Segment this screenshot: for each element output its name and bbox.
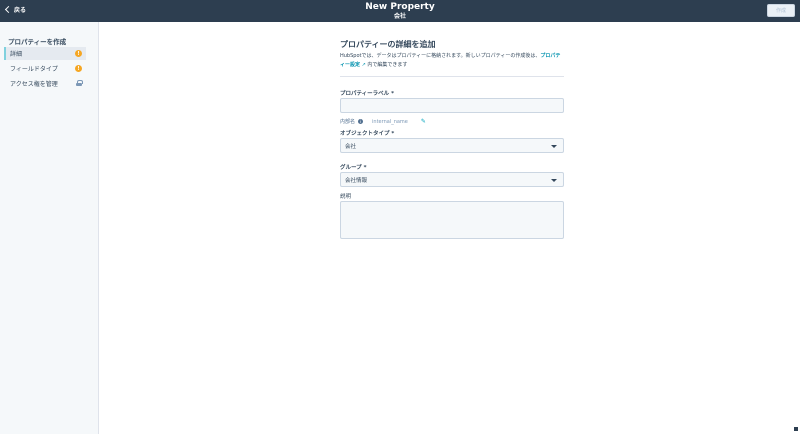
create-button[interactable]: 作成 (767, 4, 795, 17)
desc-text: HubSpotでは、データはプロパティーに格納されます。新しいプロパティーの作成… (340, 53, 541, 59)
warning-badge-icon: ! (75, 65, 82, 72)
object-type-value: 会社 (345, 143, 357, 150)
internal-name-value: internal_name (372, 118, 408, 125)
page-title: New Property (365, 2, 435, 12)
property-label-label: プロパティーラベル * (340, 91, 394, 97)
divider (340, 76, 564, 77)
resize-handle (794, 427, 798, 431)
top-bar: 戻る New Property 会社 作成 (0, 0, 800, 22)
sidebar-item-field-type[interactable]: フィールドタイプ ! (4, 62, 86, 75)
internal-name-row: 内部名 i internal_name ✎ (340, 118, 426, 125)
object-type-label: オブジェクトタイプ * (340, 131, 395, 137)
sidebar: プロパティーを作成 詳細 ! フィールドタイプ ! アクセス権を管理 (0, 22, 99, 434)
sidebar-item-details[interactable]: 詳細 ! (4, 47, 86, 60)
group-value: 会社情報 (345, 177, 368, 184)
info-icon[interactable]: i (358, 119, 364, 124)
external-link-icon: ↗ (361, 62, 366, 68)
desc-text-suffix: 内で編集できます (367, 62, 408, 68)
page-subtitle: 会社 (393, 13, 406, 20)
warning-badge-icon: ! (75, 50, 82, 57)
sidebar-title: プロパティーを作成 (8, 38, 67, 46)
form-description: HubSpotでは、データはプロパティーに格納されます。新しいプロパティーの作成… (340, 52, 564, 70)
group-label: グループ * (340, 165, 367, 171)
object-type-select[interactable]: 会社 (340, 138, 564, 153)
form-heading: プロパティーの詳細を追加 (340, 40, 436, 49)
sidebar-item-access[interactable]: アクセス権を管理 (4, 77, 86, 90)
title-area: New Property 会社 (0, 2, 800, 21)
group-select[interactable]: 会社情報 (340, 172, 564, 187)
lock-icon (76, 80, 83, 86)
property-label-input[interactable] (340, 98, 564, 113)
sidebar-item-label: アクセス権を管理 (10, 81, 58, 88)
caret-down-icon (551, 145, 557, 148)
pencil-icon[interactable]: ✎ (421, 118, 426, 125)
sidebar-item-label: 詳細 (10, 51, 23, 58)
internal-name-label: 内部名 (340, 119, 356, 125)
caret-down-icon (551, 179, 557, 182)
description-textarea[interactable] (340, 201, 564, 239)
sidebar-item-label: フィールドタイプ (10, 66, 58, 73)
description-label: 説明 (340, 194, 352, 200)
